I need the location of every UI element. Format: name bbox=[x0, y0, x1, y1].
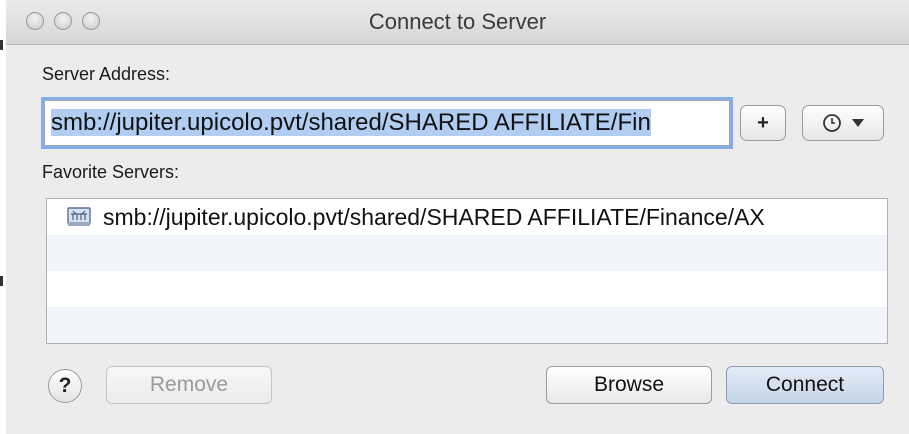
favorite-server-text: smb://jupiter.upicolo.pvt/shared/SHARED … bbox=[103, 203, 765, 230]
dropdown-triangle-icon bbox=[852, 119, 864, 127]
title-bar[interactable]: Connect to Server bbox=[6, 0, 909, 45]
recent-servers-button[interactable] bbox=[802, 105, 884, 141]
question-mark-icon: ? bbox=[58, 374, 72, 397]
list-item bbox=[47, 271, 887, 307]
favorite-servers-label: Favorite Servers: bbox=[42, 162, 180, 182]
connect-to-server-window: Connect to Server Server Address: smb://… bbox=[6, 0, 909, 434]
clock-icon bbox=[823, 114, 841, 132]
server-address-value: smb://jupiter.upicolo.pvt/shared/SHARED … bbox=[51, 109, 651, 136]
server-address-input[interactable]: smb://jupiter.upicolo.pvt/shared/SHARED … bbox=[44, 100, 730, 146]
help-button[interactable]: ? bbox=[48, 369, 82, 403]
edge-mark bbox=[0, 276, 3, 286]
plus-icon: + bbox=[757, 111, 769, 134]
list-item[interactable]: smb://jupiter.upicolo.pvt/shared/SHARED … bbox=[47, 199, 887, 235]
list-item bbox=[47, 307, 887, 343]
browse-button[interactable]: Browse bbox=[546, 366, 712, 404]
edge-mark bbox=[0, 40, 3, 50]
connect-button[interactable]: Connect bbox=[726, 366, 884, 404]
add-favorite-button[interactable]: + bbox=[740, 105, 786, 141]
server-address-label: Server Address: bbox=[42, 64, 171, 84]
favorite-servers-list[interactable]: smb://jupiter.upicolo.pvt/shared/SHARED … bbox=[46, 198, 888, 344]
network-server-icon bbox=[67, 207, 91, 226]
list-item bbox=[47, 235, 887, 271]
window-title: Connect to Server bbox=[368, 9, 547, 34]
remove-button[interactable]: Remove bbox=[106, 366, 272, 404]
